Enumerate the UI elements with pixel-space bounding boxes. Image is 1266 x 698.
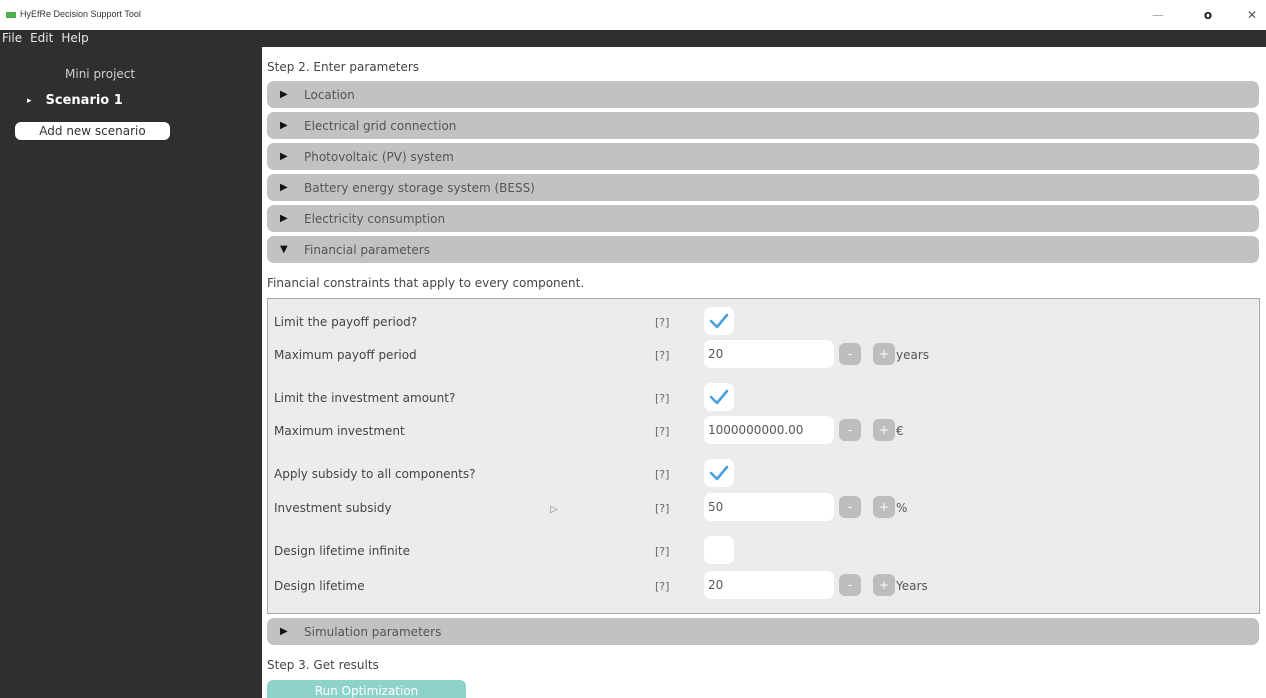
section-label: Photovoltaic (PV) system	[304, 149, 454, 164]
sidebar-item-scenario-1[interactable]: ▸ Scenario 1	[27, 93, 123, 108]
max-investment-input[interactable]	[704, 416, 834, 444]
financial-description: Financial constraints that apply to ever…	[267, 276, 585, 290]
expand-arrow-icon: ▶	[280, 213, 288, 224]
section-label: Location	[304, 87, 355, 102]
max-payoff-decrement-button[interactable]: -	[839, 343, 861, 365]
max-payoff-label: Maximum payoff period	[274, 348, 417, 362]
menu-file[interactable]: File	[2, 30, 22, 47]
max-payoff-unit: years	[896, 348, 930, 362]
subsidy-decrement-button[interactable]: -	[839, 496, 861, 518]
scenario-arrow-icon: ▸	[27, 96, 32, 106]
checkmark-icon	[709, 465, 729, 481]
investment-subsidy-input[interactable]	[704, 493, 834, 521]
section-bess[interactable]: ▶ Battery energy storage system (BESS)	[267, 174, 1259, 201]
help-icon[interactable]: [?]	[655, 392, 669, 405]
help-icon[interactable]: [?]	[655, 545, 669, 558]
limit-investment-label: Limit the investment amount?	[274, 391, 456, 405]
max-payoff-input[interactable]	[704, 340, 834, 368]
collapse-arrow-icon: ▼	[280, 244, 288, 255]
subsidy-unit: %	[896, 501, 908, 515]
section-pv-system[interactable]: ▶ Photovoltaic (PV) system	[267, 143, 1259, 170]
expand-arrow-icon: ▶	[280, 120, 288, 131]
mouse-cursor-icon: ▷	[550, 504, 558, 515]
app-icon	[6, 12, 16, 18]
checkmark-icon	[709, 389, 729, 405]
section-electricity-consumption[interactable]: ▶ Electricity consumption	[267, 205, 1259, 232]
help-icon[interactable]: [?]	[655, 425, 669, 438]
apply-subsidy-label: Apply subsidy to all components?	[274, 467, 476, 481]
expand-arrow-icon: ▶	[280, 151, 288, 162]
run-optimization-button[interactable]: Run Optimization	[267, 680, 466, 698]
minimize-icon[interactable]: —	[1148, 8, 1168, 22]
section-grid-connection[interactable]: ▶ Electrical grid connection	[267, 112, 1259, 139]
lifetime-decrement-button[interactable]: -	[839, 574, 861, 596]
scenario-label: Scenario 1	[45, 93, 123, 108]
window-title: HyEfRe Decision Support Tool	[20, 9, 141, 19]
expand-arrow-icon: ▶	[280, 182, 288, 193]
expand-arrow-icon: ▶	[280, 626, 288, 637]
section-label: Electrical grid connection	[304, 118, 457, 133]
help-icon[interactable]: [?]	[655, 502, 669, 515]
help-icon[interactable]: [?]	[655, 349, 669, 362]
investment-subsidy-label: Investment subsidy	[274, 501, 392, 515]
help-icon[interactable]: [?]	[655, 316, 669, 329]
section-label: Electricity consumption	[304, 211, 446, 226]
section-label: Financial parameters	[304, 242, 430, 257]
section-label: Simulation parameters	[304, 624, 442, 639]
financial-panel: Limit the payoff period? [?] Maximum pay…	[267, 298, 1260, 614]
lifetime-infinite-checkbox[interactable]	[704, 536, 734, 564]
step-3-title: Step 3. Get results	[267, 658, 379, 672]
limit-payoff-label: Limit the payoff period?	[274, 315, 418, 329]
max-payoff-increment-button[interactable]: +	[873, 343, 895, 365]
section-label: Battery energy storage system (BESS)	[304, 180, 535, 195]
help-icon[interactable]: [?]	[655, 580, 669, 593]
menu-bar: File Edit Help	[0, 30, 1266, 47]
design-lifetime-label: Design lifetime	[274, 579, 365, 593]
project-name[interactable]: Mini project	[65, 67, 135, 81]
subsidy-increment-button[interactable]: +	[873, 496, 895, 518]
menu-edit[interactable]: Edit	[30, 30, 53, 47]
limit-payoff-checkbox[interactable]	[704, 307, 734, 335]
title-bar: HyEfRe Decision Support Tool — o ✕	[0, 0, 1266, 30]
step-2-title: Step 2. Enter parameters	[267, 60, 420, 74]
section-simulation-parameters[interactable]: ▶ Simulation parameters	[267, 618, 1259, 645]
sidebar: Mini project ▸ Scenario 1 Add new scenari…	[0, 47, 260, 698]
lifetime-infinite-label: Design lifetime infinite	[274, 544, 410, 558]
add-scenario-button[interactable]: Add new scenario	[15, 122, 170, 140]
apply-subsidy-checkbox[interactable]	[704, 459, 734, 487]
help-icon[interactable]: [?]	[655, 468, 669, 481]
max-investment-label: Maximum investment	[274, 424, 405, 438]
section-financial-parameters[interactable]: ▼ Financial parameters	[267, 236, 1259, 263]
lifetime-unit: Years	[896, 579, 928, 593]
max-investment-unit: €	[896, 424, 904, 438]
expand-arrow-icon: ▶	[280, 89, 288, 100]
menu-help[interactable]: Help	[61, 30, 88, 47]
main-panel: Step 2. Enter parameters ▶ Location ▶ El…	[262, 47, 1266, 698]
section-location[interactable]: ▶ Location	[267, 81, 1259, 108]
maximize-icon[interactable]: o	[1198, 8, 1218, 22]
lifetime-increment-button[interactable]: +	[873, 574, 895, 596]
design-lifetime-input[interactable]	[704, 571, 834, 599]
max-investment-increment-button[interactable]: +	[873, 419, 895, 441]
max-investment-decrement-button[interactable]: -	[839, 419, 861, 441]
close-icon[interactable]: ✕	[1242, 8, 1262, 22]
checkmark-icon	[709, 313, 729, 329]
limit-investment-checkbox[interactable]	[704, 383, 734, 411]
